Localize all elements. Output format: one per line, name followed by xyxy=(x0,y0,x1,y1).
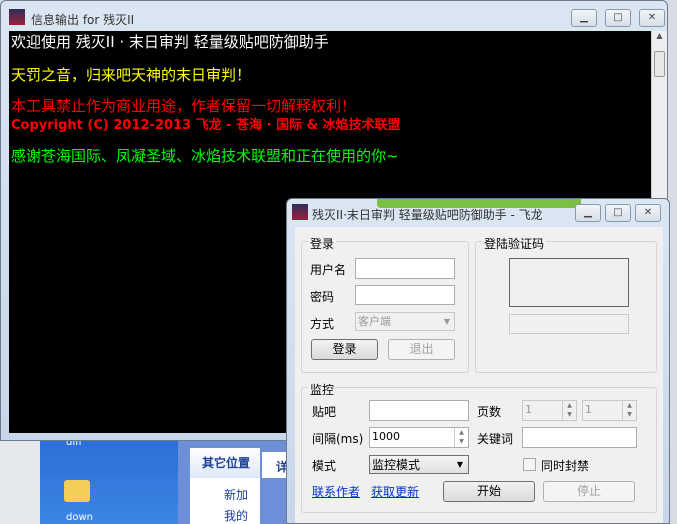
close-button[interactable]: ✕ xyxy=(635,204,661,222)
console-line: 感谢苍海国际、凤凝圣域、冰焰技术联盟和正在使用的你~ xyxy=(11,147,399,165)
app-icon xyxy=(292,204,308,220)
console-line: 本工具禁止作为商业用途，作者保留一切解释权利！ xyxy=(11,97,357,115)
logout-button[interactable]: 退出 xyxy=(388,339,455,360)
mode-label: 方式 xyxy=(310,317,335,331)
spinner-arrows-icon[interactable]: ▲ ▼ xyxy=(454,428,468,447)
panel-item[interactable]: 我的 xyxy=(190,503,260,524)
password-input[interactable] xyxy=(355,285,455,305)
login-mode-select[interactable]: 客户端 ▼ xyxy=(355,312,455,331)
username-input[interactable] xyxy=(355,258,455,279)
spinner-value: 1 xyxy=(585,403,592,416)
minimize-button[interactable]: ▁ xyxy=(571,9,597,27)
monitor-mode-select[interactable]: 监控模式 ▼ xyxy=(369,455,469,474)
captcha-input[interactable] xyxy=(509,314,629,334)
dialog-body: 登录 用户名 密码 方式 客户端 ▼ 登录 退出 登陆验证码 监控 贴吧 页数 1… xyxy=(295,227,663,523)
monitor-group: 监控 贴吧 页数 1 ▲ ▼ 1 ▲ ▼ 间隔(ms) 1000 ▲ ▼ 关键词 模式 监控… xyxy=(301,381,657,513)
desktop-area: diff down xyxy=(40,437,178,524)
interval-spinner[interactable]: 1000 ▲ ▼ xyxy=(369,427,469,448)
page-to-spinner[interactable]: 1 ▲ ▼ xyxy=(582,400,637,421)
explorer-card: 详 xyxy=(262,452,288,478)
window-title: 残灭II·末日审判 轻量级贴吧防御助手 - 飞龙 xyxy=(312,208,543,222)
window-title: 信息输出 for 残灭II xyxy=(31,13,135,27)
stop-button[interactable]: 停止 xyxy=(543,481,635,502)
captcha-image[interactable] xyxy=(509,258,629,307)
desktop-background xyxy=(0,440,40,524)
select-value: 监控模式 xyxy=(372,458,421,472)
spinner-value: 1000 xyxy=(372,430,400,443)
chevron-down-icon: ▼ xyxy=(443,317,450,326)
ban-checkbox[interactable] xyxy=(523,458,536,471)
keyword-label: 关键词 xyxy=(477,432,514,446)
close-button[interactable]: ✕ xyxy=(639,9,665,27)
ban-label: 同时封禁 xyxy=(541,459,590,473)
select-value: 客户端 xyxy=(358,315,391,328)
panel-item[interactable]: 新加 xyxy=(190,478,260,503)
group-label: 登录 xyxy=(308,235,337,252)
spinner-value: 1 xyxy=(525,403,532,416)
scrollbar-thumb[interactable] xyxy=(654,51,665,77)
desktop-icon-label[interactable]: down xyxy=(66,512,93,523)
keyword-input[interactable] xyxy=(522,427,637,448)
console-line: Copyright (C) 2012-2013 飞龙 - 苍海 · 国际 & 冰… xyxy=(11,118,401,133)
main-dialog: 残灭II·末日审判 轻量级贴吧防御助手 - 飞龙 ▁ □ ✕ 登录 用户名 密码… xyxy=(286,198,670,524)
mode-label: 模式 xyxy=(312,459,337,473)
folder-icon[interactable] xyxy=(64,480,90,502)
maximize-button[interactable]: □ xyxy=(605,9,631,27)
explorer-card: 其它位置 新加 我的 xyxy=(190,448,260,524)
password-label: 密码 xyxy=(310,290,335,304)
chevron-down-icon: ▼ xyxy=(456,460,463,469)
app-icon xyxy=(9,9,25,25)
group-label: 登陆验证码 xyxy=(482,235,547,252)
start-button[interactable]: 开始 xyxy=(443,481,535,502)
console-line: 天罚之音，归来吧天神的末日审判！ xyxy=(11,66,252,84)
contact-author-link[interactable]: 联系作者 xyxy=(312,483,360,500)
page-from-spinner[interactable]: 1 ▲ ▼ xyxy=(522,400,577,421)
minimize-button[interactable]: ▁ xyxy=(575,204,601,222)
panel-title: 其它位置 xyxy=(190,448,260,478)
get-update-link[interactable]: 获取更新 xyxy=(371,483,419,500)
group-label: 监控 xyxy=(308,381,337,398)
scroll-up-arrow-icon[interactable]: ▲ xyxy=(652,31,667,47)
captcha-group: 登陆验证码 xyxy=(475,235,657,373)
spinner-arrows-icon[interactable]: ▲ ▼ xyxy=(562,401,576,420)
username-label: 用户名 xyxy=(310,263,347,277)
login-button[interactable]: 登录 xyxy=(311,339,378,360)
tieba-label: 贴吧 xyxy=(312,405,337,419)
login-group: 登录 用户名 密码 方式 客户端 ▼ 登录 退出 xyxy=(301,235,469,373)
tieba-input[interactable] xyxy=(369,400,469,421)
maximize-button[interactable]: □ xyxy=(605,204,631,222)
spinner-arrows-icon[interactable]: ▲ ▼ xyxy=(622,401,636,420)
interval-label: 间隔(ms) xyxy=(312,432,364,446)
console-line: 欢迎使用 残灭II · 末日审判 轻量级贴吧防御助手 xyxy=(11,33,329,51)
pages-label: 页数 xyxy=(477,405,502,419)
